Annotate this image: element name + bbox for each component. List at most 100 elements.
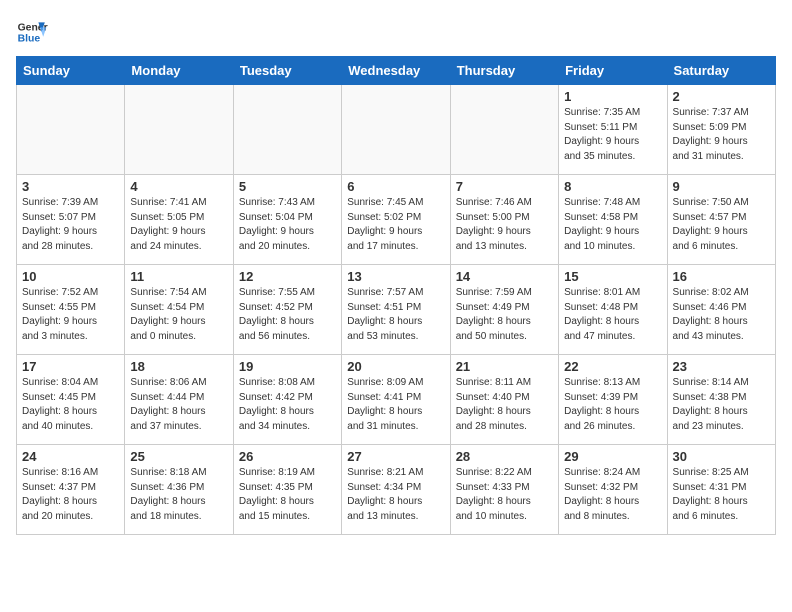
day-info: Sunrise: 7:50 AM Sunset: 4:57 PM Dayligh… (673, 196, 770, 254)
day-info: Sunrise: 8:04 AM Sunset: 4:45 PM Dayligh… (22, 376, 119, 434)
day-cell: 16 Sunrise: 8:02 AM Sunset: 4:46 PM Dayli… (667, 265, 775, 355)
day-number: 14 (456, 269, 553, 284)
day-number: 10 (22, 269, 119, 284)
day-info: Sunrise: 8:18 AM Sunset: 4:36 PM Dayligh… (130, 466, 227, 524)
day-info: Sunrise: 8:11 AM Sunset: 4:40 PM Dayligh… (456, 376, 553, 434)
day-number: 3 (22, 179, 119, 194)
day-number: 6 (347, 179, 444, 194)
day-info: Sunrise: 7:43 AM Sunset: 5:04 PM Dayligh… (239, 196, 336, 254)
day-number: 25 (130, 449, 227, 464)
day-number: 5 (239, 179, 336, 194)
day-number: 26 (239, 449, 336, 464)
day-info: Sunrise: 8:25 AM Sunset: 4:31 PM Dayligh… (673, 466, 770, 524)
day-number: 28 (456, 449, 553, 464)
day-info: Sunrise: 8:21 AM Sunset: 4:34 PM Dayligh… (347, 466, 444, 524)
day-number: 22 (564, 359, 661, 374)
day-number: 17 (22, 359, 119, 374)
day-info: Sunrise: 8:13 AM Sunset: 4:39 PM Dayligh… (564, 376, 661, 434)
day-cell: 7Sunrise: 7:46 AM Sunset: 5:00 PM Daylig… (450, 175, 558, 265)
day-cell (233, 85, 341, 175)
day-number: 23 (673, 359, 770, 374)
logo: General Blue (16, 16, 48, 48)
day-number: 21 (456, 359, 553, 374)
day-number: 16 (673, 269, 770, 284)
day-info: Sunrise: 8:14 AM Sunset: 4:38 PM Dayligh… (673, 376, 770, 434)
day-cell: 13 Sunrise: 7:57 AM Sunset: 4:51 PM Dayli… (342, 265, 450, 355)
day-info: Sunrise: 8:16 AM Sunset: 4:37 PM Dayligh… (22, 466, 119, 524)
day-number: 24 (22, 449, 119, 464)
day-cell: 28 Sunrise: 8:22 AM Sunset: 4:33 PM Dayli… (450, 445, 558, 535)
day-cell: 15 Sunrise: 8:01 AM Sunset: 4:48 PM Dayli… (559, 265, 667, 355)
day-info: Sunrise: 7:46 AM Sunset: 5:00 PM Dayligh… (456, 196, 553, 254)
weekday-header-wednesday: Wednesday (342, 57, 450, 85)
day-number: 30 (673, 449, 770, 464)
weekday-header-row: SundayMondayTuesdayWednesdayThursdayFrid… (17, 57, 776, 85)
weekday-header-thursday: Thursday (450, 57, 558, 85)
day-cell: 23 Sunrise: 8:14 AM Sunset: 4:38 PM Dayli… (667, 355, 775, 445)
day-cell: 10 Sunrise: 7:52 AM Sunset: 4:55 PM Dayli… (17, 265, 125, 355)
weekday-header-monday: Monday (125, 57, 233, 85)
day-number: 4 (130, 179, 227, 194)
day-info: Sunrise: 8:24 AM Sunset: 4:32 PM Dayligh… (564, 466, 661, 524)
day-info: Sunrise: 8:08 AM Sunset: 4:42 PM Dayligh… (239, 376, 336, 434)
day-cell: 18Sunrise: 8:06 AM Sunset: 4:44 PM Dayli… (125, 355, 233, 445)
day-info: Sunrise: 8:09 AM Sunset: 4:41 PM Dayligh… (347, 376, 444, 434)
week-row-2: 3 Sunrise: 7:39 AM Sunset: 5:07 PM Daylig… (17, 175, 776, 265)
day-info: Sunrise: 7:48 AM Sunset: 4:58 PM Dayligh… (564, 196, 661, 254)
page-header: General Blue (16, 16, 776, 48)
day-info: Sunrise: 7:45 AM Sunset: 5:02 PM Dayligh… (347, 196, 444, 254)
day-info: Sunrise: 7:55 AM Sunset: 4:52 PM Dayligh… (239, 286, 336, 344)
day-cell: 11Sunrise: 7:54 AM Sunset: 4:54 PM Dayli… (125, 265, 233, 355)
weekday-header-friday: Friday (559, 57, 667, 85)
day-number: 29 (564, 449, 661, 464)
day-number: 2 (673, 89, 770, 104)
logo-icon: General Blue (16, 16, 48, 48)
day-number: 1 (564, 89, 661, 104)
day-cell: 17 Sunrise: 8:04 AM Sunset: 4:45 PM Dayli… (17, 355, 125, 445)
day-number: 11 (130, 269, 227, 284)
day-info: Sunrise: 8:02 AM Sunset: 4:46 PM Dayligh… (673, 286, 770, 344)
day-number: 20 (347, 359, 444, 374)
week-row-5: 24 Sunrise: 8:16 AM Sunset: 4:37 PM Dayli… (17, 445, 776, 535)
day-number: 8 (564, 179, 661, 194)
day-cell: 22 Sunrise: 8:13 AM Sunset: 4:39 PM Dayli… (559, 355, 667, 445)
calendar-table: SundayMondayTuesdayWednesdayThursdayFrid… (16, 56, 776, 535)
day-number: 19 (239, 359, 336, 374)
day-cell: 2 Sunrise: 7:37 AM Sunset: 5:09 PM Daylig… (667, 85, 775, 175)
weekday-header-tuesday: Tuesday (233, 57, 341, 85)
week-row-1: 1 Sunrise: 7:35 AM Sunset: 5:11 PM Daylig… (17, 85, 776, 175)
day-cell: 26Sunrise: 8:19 AM Sunset: 4:35 PM Dayli… (233, 445, 341, 535)
day-info: Sunrise: 8:22 AM Sunset: 4:33 PM Dayligh… (456, 466, 553, 524)
week-row-3: 10 Sunrise: 7:52 AM Sunset: 4:55 PM Dayli… (17, 265, 776, 355)
day-cell: 29 Sunrise: 8:24 AM Sunset: 4:32 PM Dayli… (559, 445, 667, 535)
day-info: Sunrise: 7:35 AM Sunset: 5:11 PM Dayligh… (564, 106, 661, 164)
day-number: 13 (347, 269, 444, 284)
day-info: Sunrise: 7:39 AM Sunset: 5:07 PM Dayligh… (22, 196, 119, 254)
day-cell: 5 Sunrise: 7:43 AM Sunset: 5:04 PM Daylig… (233, 175, 341, 265)
day-number: 9 (673, 179, 770, 194)
day-info: Sunrise: 8:01 AM Sunset: 4:48 PM Dayligh… (564, 286, 661, 344)
weekday-header-sunday: Sunday (17, 57, 125, 85)
day-cell: 21 Sunrise: 8:11 AM Sunset: 4:40 PM Dayli… (450, 355, 558, 445)
day-info: Sunrise: 7:37 AM Sunset: 5:09 PM Dayligh… (673, 106, 770, 164)
day-cell: 6 Sunrise: 7:45 AM Sunset: 5:02 PM Daylig… (342, 175, 450, 265)
day-number: 15 (564, 269, 661, 284)
day-number: 27 (347, 449, 444, 464)
day-cell: 9 Sunrise: 7:50 AM Sunset: 4:57 PM Daylig… (667, 175, 775, 265)
day-cell: 8 Sunrise: 7:48 AM Sunset: 4:58 PM Daylig… (559, 175, 667, 265)
day-cell: 4 Sunrise: 7:41 AM Sunset: 5:05 PM Daylig… (125, 175, 233, 265)
day-info: Sunrise: 7:52 AM Sunset: 4:55 PM Dayligh… (22, 286, 119, 344)
day-number: 18 (130, 359, 227, 374)
weekday-header-saturday: Saturday (667, 57, 775, 85)
day-cell: 1 Sunrise: 7:35 AM Sunset: 5:11 PM Daylig… (559, 85, 667, 175)
week-row-4: 17 Sunrise: 8:04 AM Sunset: 4:45 PM Dayli… (17, 355, 776, 445)
day-number: 12 (239, 269, 336, 284)
day-cell: 12 Sunrise: 7:55 AM Sunset: 4:52 PM Dayli… (233, 265, 341, 355)
day-cell: 19 Sunrise: 8:08 AM Sunset: 4:42 PM Dayli… (233, 355, 341, 445)
day-info: Sunrise: 7:57 AM Sunset: 4:51 PM Dayligh… (347, 286, 444, 344)
day-cell: 30 Sunrise: 8:25 AM Sunset: 4:31 PM Dayli… (667, 445, 775, 535)
day-cell: 27 Sunrise: 8:21 AM Sunset: 4:34 PM Dayli… (342, 445, 450, 535)
day-info: Sunrise: 7:41 AM Sunset: 5:05 PM Dayligh… (130, 196, 227, 254)
day-cell (17, 85, 125, 175)
day-info: Sunrise: 7:59 AM Sunset: 4:49 PM Dayligh… (456, 286, 553, 344)
